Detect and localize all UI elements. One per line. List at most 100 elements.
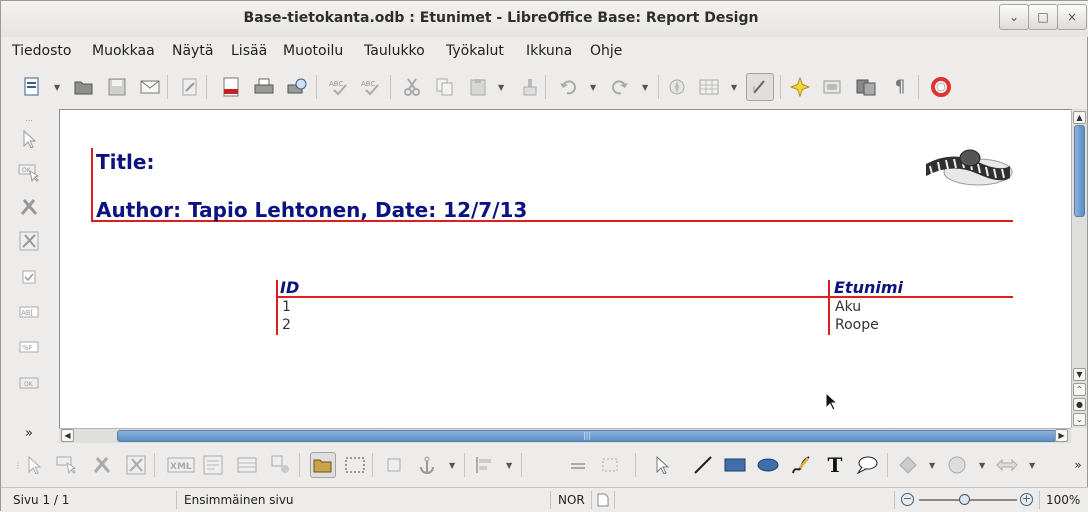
menu-taulukko[interactable]: Taulukko xyxy=(364,43,425,59)
basic-shapes-dropdown-icon[interactable]: ▼ xyxy=(929,454,938,476)
gallery-icon[interactable] xyxy=(789,76,811,98)
export-pdf-icon[interactable] xyxy=(220,76,242,98)
column-header-id[interactable]: ID xyxy=(280,278,299,297)
undo-dropdown-icon[interactable]: ▼ xyxy=(590,76,599,98)
zoom-level[interactable]: 100% xyxy=(1046,493,1080,507)
scroll-right-icon[interactable]: ▶ xyxy=(1055,429,1068,442)
maximize-button[interactable]: □ xyxy=(1028,4,1058,30)
show-draw-functions-icon[interactable] xyxy=(746,73,774,101)
open-icon[interactable] xyxy=(73,76,95,98)
redo-icon[interactable] xyxy=(609,76,631,98)
control-wizard-icon[interactable] xyxy=(270,454,292,476)
save-icon[interactable] xyxy=(106,76,128,98)
position-size-icon[interactable] xyxy=(383,454,405,476)
button-control-icon[interactable]: OK xyxy=(18,372,40,394)
menu-nayta[interactable]: Näytä xyxy=(172,43,213,59)
print-preview-icon[interactable] xyxy=(286,76,308,98)
form-navigator-icon[interactable] xyxy=(236,454,258,476)
film-reel-image[interactable] xyxy=(922,146,1014,190)
menu-lisaa[interactable]: Lisää xyxy=(231,43,267,59)
report-title-label[interactable]: Title: xyxy=(96,150,154,174)
more-controls-icon[interactable]: » xyxy=(18,422,40,444)
zoom-slider-knob[interactable] xyxy=(959,494,970,505)
vertical-scrollbar[interactable]: ▲ ▼ ⌃ ● ⌄ xyxy=(1071,109,1087,428)
group-icon[interactable] xyxy=(567,454,589,476)
vertical-scroll-thumb[interactable] xyxy=(1074,125,1085,217)
column-header-etunimi[interactable]: Etunimi xyxy=(834,278,903,297)
menu-muokkaa[interactable]: Muokkaa xyxy=(92,43,155,59)
open-form-icon[interactable] xyxy=(310,452,336,478)
wizard-icon[interactable] xyxy=(18,230,40,252)
select-icon[interactable] xyxy=(23,454,45,476)
wizard-icon[interactable] xyxy=(125,454,147,476)
status-insert-mode[interactable]: NOR xyxy=(558,493,585,507)
button-icon[interactable] xyxy=(56,454,78,476)
menu-tiedosto[interactable]: Tiedosto xyxy=(12,43,71,59)
menu-tyokalut[interactable]: Työkalut xyxy=(446,43,504,59)
report-author-line[interactable]: Author: Tapio Lehtonen, Date: 12/7/13 xyxy=(96,198,527,222)
design-tools-icon[interactable] xyxy=(91,454,113,476)
menu-ikkuna[interactable]: Ikkuna xyxy=(526,43,572,59)
row-1-id[interactable]: 1 xyxy=(282,299,291,315)
alignment-icon[interactable] xyxy=(473,454,495,476)
field-list-icon[interactable] xyxy=(855,76,877,98)
ungroup-icon[interactable] xyxy=(599,454,621,476)
email-icon[interactable] xyxy=(139,76,161,98)
menu-muotoilu[interactable]: Muotoilu xyxy=(283,43,343,59)
horizontal-scroll-thumb[interactable]: ||| xyxy=(117,430,1057,442)
previous-page-icon[interactable]: ⌃ xyxy=(1073,383,1086,396)
clone-formatting-icon[interactable] xyxy=(518,76,540,98)
document-modified-icon[interactable] xyxy=(597,493,609,507)
design-tools-icon[interactable] xyxy=(18,196,40,218)
formatted-field-icon[interactable]: %F xyxy=(18,336,40,358)
freeform-line-icon[interactable] xyxy=(790,454,812,476)
rectangle-icon[interactable] xyxy=(724,454,746,476)
scroll-up-icon[interactable]: ▲ xyxy=(1073,111,1086,124)
anchor-icon[interactable] xyxy=(416,454,438,476)
help-icon[interactable] xyxy=(930,76,952,98)
callout-icon[interactable] xyxy=(856,454,878,476)
table-dropdown-icon[interactable]: ▼ xyxy=(731,76,740,98)
row-2-etunimi[interactable]: Roope xyxy=(835,317,879,333)
formatting-marks-icon[interactable]: ¶ xyxy=(889,76,911,98)
symbol-shapes-icon[interactable] xyxy=(946,454,968,476)
spellcheck-icon[interactable]: ABC xyxy=(328,76,350,98)
report-canvas[interactable]: Title: Author: Tapio Lehtonen, Date: 12/… xyxy=(59,109,1071,428)
line-icon[interactable] xyxy=(692,454,714,476)
status-page-style[interactable]: Ensimmäinen sivu xyxy=(184,493,294,507)
navigation-icon[interactable]: ● xyxy=(1073,398,1086,411)
paste-icon[interactable] xyxy=(467,76,489,98)
close-button[interactable]: × xyxy=(1057,4,1087,30)
label-field-icon[interactable]: AB[ xyxy=(18,301,40,323)
new-dropdown-icon[interactable]: ▼ xyxy=(54,76,63,98)
selection-frame-icon[interactable] xyxy=(344,454,366,476)
xml-form-icon[interactable]: XML xyxy=(167,454,195,476)
horizontal-scrollbar[interactable]: ◀ ||| ▶ xyxy=(59,428,1071,443)
zoom-in-icon[interactable]: + xyxy=(1020,493,1033,506)
redo-dropdown-icon[interactable]: ▼ xyxy=(642,76,651,98)
new-document-icon[interactable] xyxy=(21,76,43,98)
edit-mode-icon[interactable] xyxy=(179,76,201,98)
autospellcheck-icon[interactable]: ABC xyxy=(360,76,382,98)
row-2-id[interactable]: 2 xyxy=(282,317,291,333)
block-arrows-dropdown-icon[interactable]: ▼ xyxy=(1029,454,1038,476)
push-button-icon[interactable]: OK xyxy=(18,162,40,184)
table-icon[interactable] xyxy=(698,76,720,98)
block-arrows-icon[interactable] xyxy=(996,454,1018,476)
copy-icon[interactable] xyxy=(434,76,456,98)
menu-ohje[interactable]: Ohje xyxy=(590,43,622,59)
ellipse-icon[interactable] xyxy=(757,454,779,476)
text-icon[interactable]: T xyxy=(824,453,846,477)
alignment-dropdown-icon[interactable]: ▼ xyxy=(506,454,515,476)
basic-shapes-icon[interactable] xyxy=(897,454,919,476)
status-page[interactable]: Sivu 1 / 1 xyxy=(13,493,69,507)
draw-select-icon[interactable] xyxy=(651,454,673,476)
form-design-icon[interactable] xyxy=(202,454,224,476)
toolbar-more-icon[interactable]: » xyxy=(1067,454,1088,476)
cut-icon[interactable] xyxy=(401,76,423,98)
checkbox-icon[interactable] xyxy=(18,266,40,288)
row-1-etunimi[interactable]: Aku xyxy=(835,299,861,315)
data-sources-icon[interactable] xyxy=(822,76,844,98)
paste-dropdown-icon[interactable]: ▼ xyxy=(498,76,507,98)
scroll-down-icon[interactable]: ▼ xyxy=(1073,368,1086,381)
